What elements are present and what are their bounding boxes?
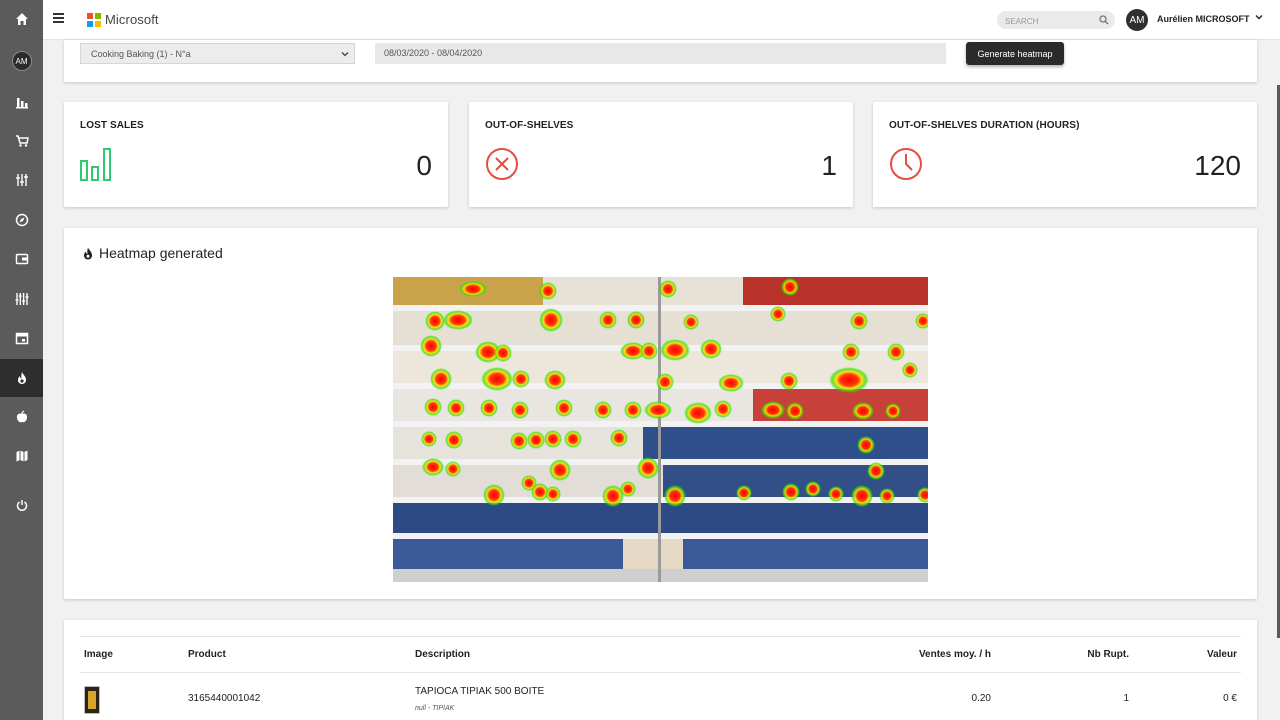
sidebar-item-tuning[interactable]	[0, 280, 43, 318]
power-icon	[16, 500, 27, 511]
search-box	[997, 11, 1115, 31]
stat-card-lost-sales: LOST SALES 0	[64, 102, 448, 207]
ruptures-value: 1	[1123, 693, 1129, 704]
heatmap-title: Heatmap generated	[82, 245, 223, 261]
flame-icon	[17, 372, 26, 384]
clock-icon	[890, 148, 922, 180]
products-table: Image Product Description Ventes moy. / …	[64, 620, 1257, 720]
heatmap-shelf-photo	[393, 277, 928, 582]
bar-chart-icon	[15, 98, 28, 109]
flame-icon	[84, 247, 92, 259]
x-circle-icon	[486, 148, 518, 180]
sidebar-item-stats[interactable]	[0, 83, 43, 121]
apple-icon	[16, 410, 27, 423]
filter-panel: Cooking Baking (1) - N°a 08/03/2020 - 08…	[64, 40, 1257, 82]
sidebar-item-cart[interactable]	[0, 122, 43, 160]
sidebar-item-map[interactable]	[0, 437, 43, 475]
sidebar-item-explore[interactable]	[0, 201, 43, 239]
sidebar-item-logout[interactable]	[0, 486, 43, 524]
stat-value: 1	[821, 150, 837, 181]
divider	[80, 672, 1241, 673]
product-brand: null - TIPIAK	[415, 705, 455, 712]
heatmap-panel: Heatmap generated	[64, 228, 1257, 599]
topbar: Microsoft AM Aurélien MICROSOFT	[43, 0, 1280, 40]
menu-icon[interactable]	[53, 13, 64, 27]
sidebar-item-profile[interactable]: AM	[0, 42, 43, 80]
stat-value: 0	[416, 150, 432, 181]
user-name[interactable]: Aurélien MICROSOFT	[1157, 14, 1250, 24]
product-code: 3165440001042	[188, 693, 261, 704]
cart-icon	[15, 135, 29, 147]
sidebar-item-heatmap[interactable]	[0, 359, 43, 397]
generate-heatmap-button[interactable]: Generate heatmap	[966, 42, 1064, 65]
microsoft-logo-icon	[87, 12, 101, 27]
user-avatar[interactable]: AM	[1126, 9, 1148, 31]
column-header-valeur[interactable]: Valeur	[1207, 649, 1237, 660]
date-range-input[interactable]: 08/03/2020 - 08/04/2020	[375, 43, 946, 64]
sidebar: AM	[0, 0, 43, 720]
compass-icon	[15, 213, 28, 227]
stat-card-out-of-shelves-duration: OUT-OF-SHELVES DURATION (HOURS) 120	[873, 102, 1257, 207]
sidebar-item-fresh[interactable]	[0, 398, 43, 436]
column-header-product[interactable]: Product	[188, 649, 226, 660]
product-description: TAPIOCA TIPIAK 500 BOITE	[415, 686, 545, 697]
stat-title: OUT-OF-SHELVES	[485, 120, 574, 131]
home-icon	[15, 13, 28, 25]
heatmap-image	[393, 277, 928, 582]
stat-title: OUT-OF-SHELVES DURATION (HOURS)	[889, 120, 1080, 131]
column-header-ventes[interactable]: Ventes moy. / h	[919, 649, 991, 660]
map-icon	[16, 450, 27, 462]
column-header-image[interactable]: Image	[84, 649, 113, 660]
sliders-icon	[15, 174, 28, 186]
search-input[interactable]	[997, 12, 1092, 31]
avatar: AM	[11, 51, 32, 71]
sidebar-item-home[interactable]	[0, 0, 43, 38]
heatmap-title-text: Heatmap generated	[99, 245, 223, 261]
brand-name: Microsoft	[105, 12, 159, 27]
stat-value: 120	[1194, 150, 1241, 181]
category-select[interactable]: Cooking Baking (1) - N°a	[80, 43, 355, 64]
bar-chart-icon	[80, 148, 111, 181]
product-thumbnail	[84, 686, 100, 714]
ventes-value: 0.20	[971, 693, 991, 704]
chevron-down-icon[interactable]	[1255, 13, 1263, 21]
category-select-value: Cooking Baking (1) - N°a	[91, 49, 191, 59]
valeur-value: 0 €	[1223, 693, 1237, 704]
calendar-icon	[15, 332, 28, 345]
column-header-description[interactable]: Description	[415, 649, 470, 660]
divider	[80, 636, 1241, 637]
column-header-ruptures[interactable]: Nb Rupt.	[1087, 649, 1129, 660]
stat-title: LOST SALES	[80, 120, 144, 131]
sidebar-item-settings[interactable]	[0, 161, 43, 199]
chevron-down-icon	[341, 52, 349, 57]
sidebar-item-wallet[interactable]	[0, 240, 43, 278]
brand[interactable]: Microsoft	[87, 12, 159, 27]
equalizer-icon	[15, 293, 28, 305]
stat-card-out-of-shelves: OUT-OF-SHELVES 1	[469, 102, 853, 207]
wallet-icon	[15, 253, 28, 265]
sidebar-item-calendar[interactable]	[0, 319, 43, 357]
search-icon[interactable]	[1099, 15, 1109, 25]
